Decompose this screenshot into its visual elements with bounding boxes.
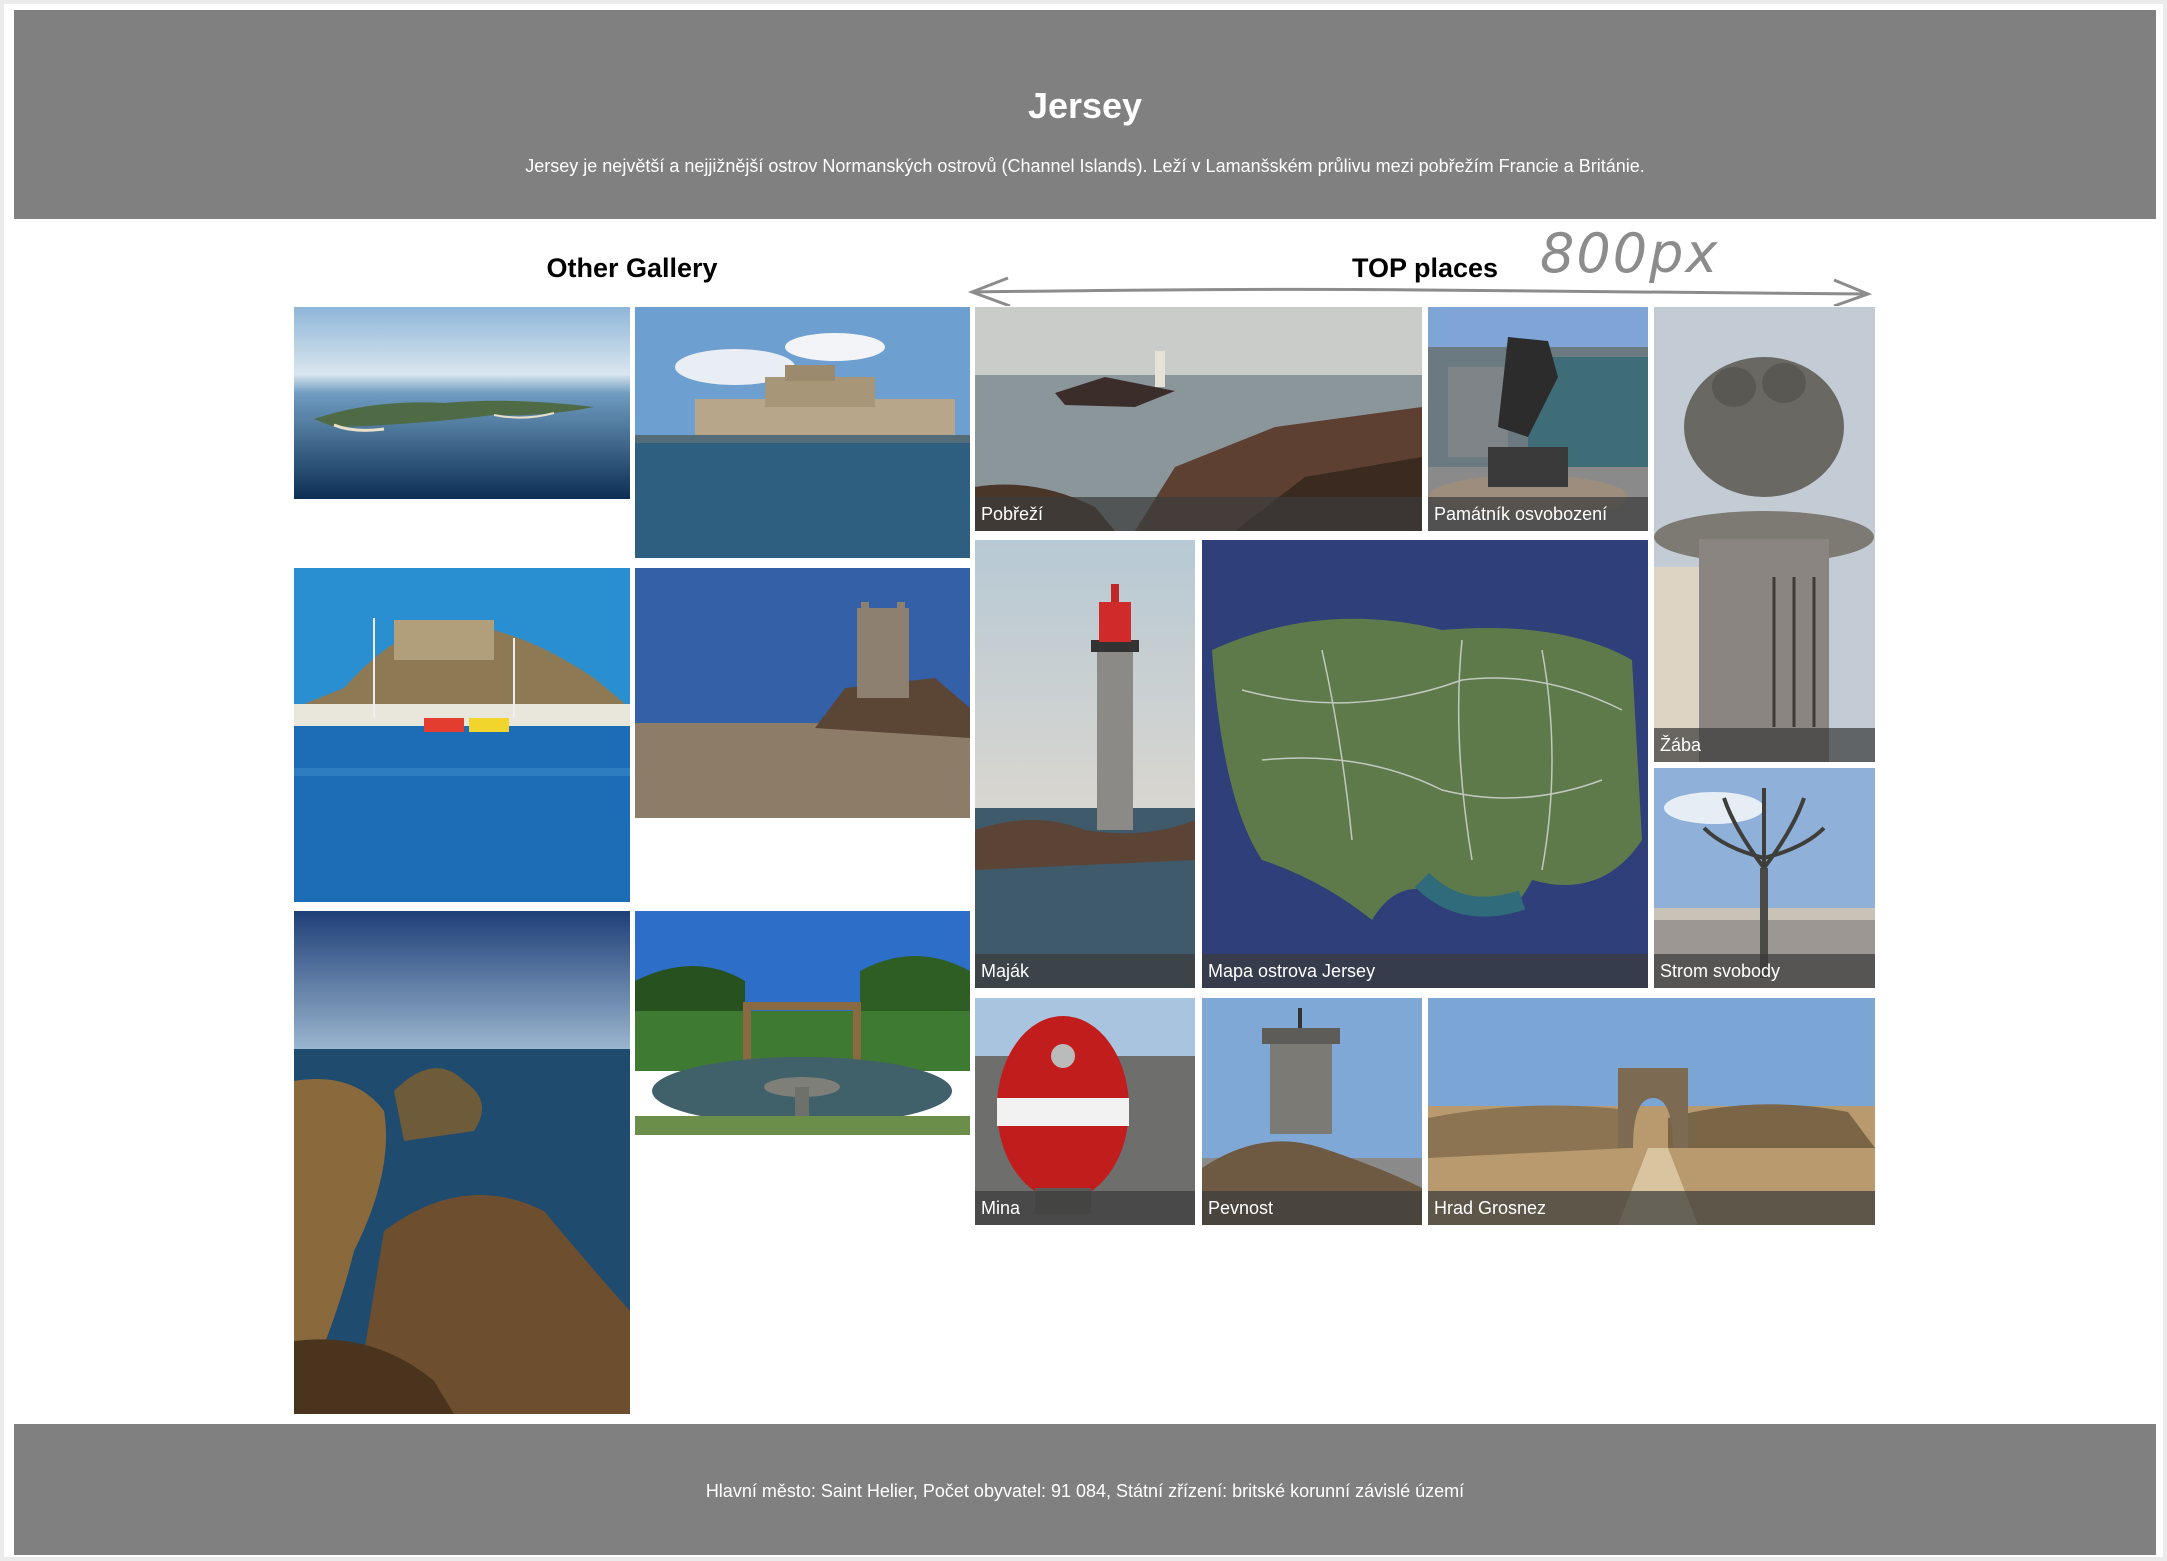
top-place-coast[interactable]: Pobřeží — [975, 307, 1422, 531]
footer-facts: Hlavní město: Saint Helier, Počet obyvat… — [705, 1481, 1465, 1501]
top-place-caption: Pevnost — [1202, 1191, 1422, 1225]
other-gallery-heading: Other Gallery — [546, 253, 718, 283]
top-place-island-map[interactable]: Mapa ostrova Jersey — [1202, 540, 1648, 988]
top-place-caption: Maják — [975, 954, 1195, 988]
gallery-photo-tower-rock[interactable] — [635, 568, 970, 818]
gallery-photo-aerial-island[interactable] — [294, 307, 630, 499]
page-description: Jersey je největší a nejjižnější ostrov … — [525, 156, 1645, 176]
gallery-photo-harbour-castle[interactable] — [294, 568, 630, 902]
gallery-photo-garden-fountain[interactable] — [635, 911, 970, 1135]
top-place-toad-statue[interactable]: Žába — [1654, 307, 1875, 762]
top-place-caption: Památník osvobození — [1428, 497, 1648, 531]
gallery-photo-sea-castle[interactable] — [635, 307, 970, 558]
top-place-lighthouse[interactable]: Maják — [975, 540, 1195, 988]
top-place-liberty-tree[interactable]: Strom svobody — [1654, 768, 1875, 988]
gallery-photo-coastal-cliffs[interactable] — [294, 911, 630, 1414]
page-title: Jersey — [1027, 85, 1143, 126]
top-place-grosnez-castle[interactable]: Hrad Grosnez — [1428, 998, 1875, 1225]
top-place-caption: Pobřeží — [975, 497, 1422, 531]
top-place-sea-mine[interactable]: Mina — [975, 998, 1195, 1225]
top-place-caption: Hrad Grosnez — [1428, 1191, 1875, 1225]
top-place-caption: Mapa ostrova Jersey — [1202, 954, 1648, 988]
top-place-liberation-monument[interactable]: Památník osvobození — [1428, 307, 1648, 531]
top-place-caption: Žába — [1654, 728, 1875, 762]
top-place-caption: Mina — [975, 1191, 1195, 1225]
page-footer: Hlavní město: Saint Helier, Počet obyvat… — [14, 1424, 2156, 1555]
page-header: Jersey Jersey je největší a nejjižnější … — [14, 10, 2156, 219]
top-place-fortress[interactable]: Pevnost — [1202, 998, 1422, 1225]
top-place-caption: Strom svobody — [1654, 954, 1875, 988]
width-annotation-arrow — [968, 276, 1873, 306]
